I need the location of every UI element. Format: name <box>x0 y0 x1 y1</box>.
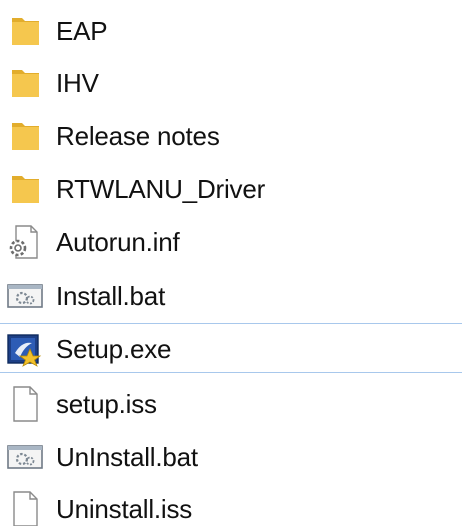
batch-file-icon <box>6 278 44 314</box>
file-item-rtwlanu-driver[interactable]: RTWLANU_Driver <box>0 164 462 214</box>
file-item-autorun-inf[interactable]: Autorun.inf <box>0 217 462 267</box>
file-item-setup-iss[interactable]: setup.iss <box>0 379 462 429</box>
file-name: setup.iss <box>56 389 157 419</box>
file-item-uninstall-bat[interactable]: UnInstall.bat <box>0 432 462 482</box>
folder-icon <box>6 171 44 207</box>
file-item-eap[interactable]: EAP <box>0 6 462 56</box>
file-item-release-notes[interactable]: Release notes <box>0 111 462 161</box>
file-name: RTWLANU_Driver <box>56 174 266 204</box>
blank-file-icon <box>6 386 44 422</box>
file-name: Autorun.inf <box>56 227 180 257</box>
file-name: Setup.exe <box>56 334 172 364</box>
batch-file-icon <box>6 439 44 475</box>
file-name: Install.bat <box>56 281 166 311</box>
file-name: Uninstall.iss <box>56 494 193 524</box>
file-list: EAP IHV Release notes RTWLANU_Driver Aut… <box>0 0 462 526</box>
file-item-uninstall-iss[interactable]: Uninstall.iss <box>0 484 462 526</box>
settings-file-icon <box>6 224 44 260</box>
folder-icon <box>6 118 44 154</box>
folder-icon <box>6 65 44 101</box>
folder-icon <box>6 13 44 49</box>
file-name: EAP <box>56 16 108 46</box>
file-item-install-bat[interactable]: Install.bat <box>0 271 462 321</box>
file-name: Release notes <box>56 121 220 151</box>
file-item-ihv[interactable]: IHV <box>0 58 462 108</box>
blank-file-icon <box>6 491 44 526</box>
file-name: IHV <box>56 68 99 98</box>
setup-exe-icon <box>6 331 44 367</box>
file-item-setup-exe[interactable]: Setup.exe <box>0 323 462 373</box>
file-name: UnInstall.bat <box>56 442 198 472</box>
